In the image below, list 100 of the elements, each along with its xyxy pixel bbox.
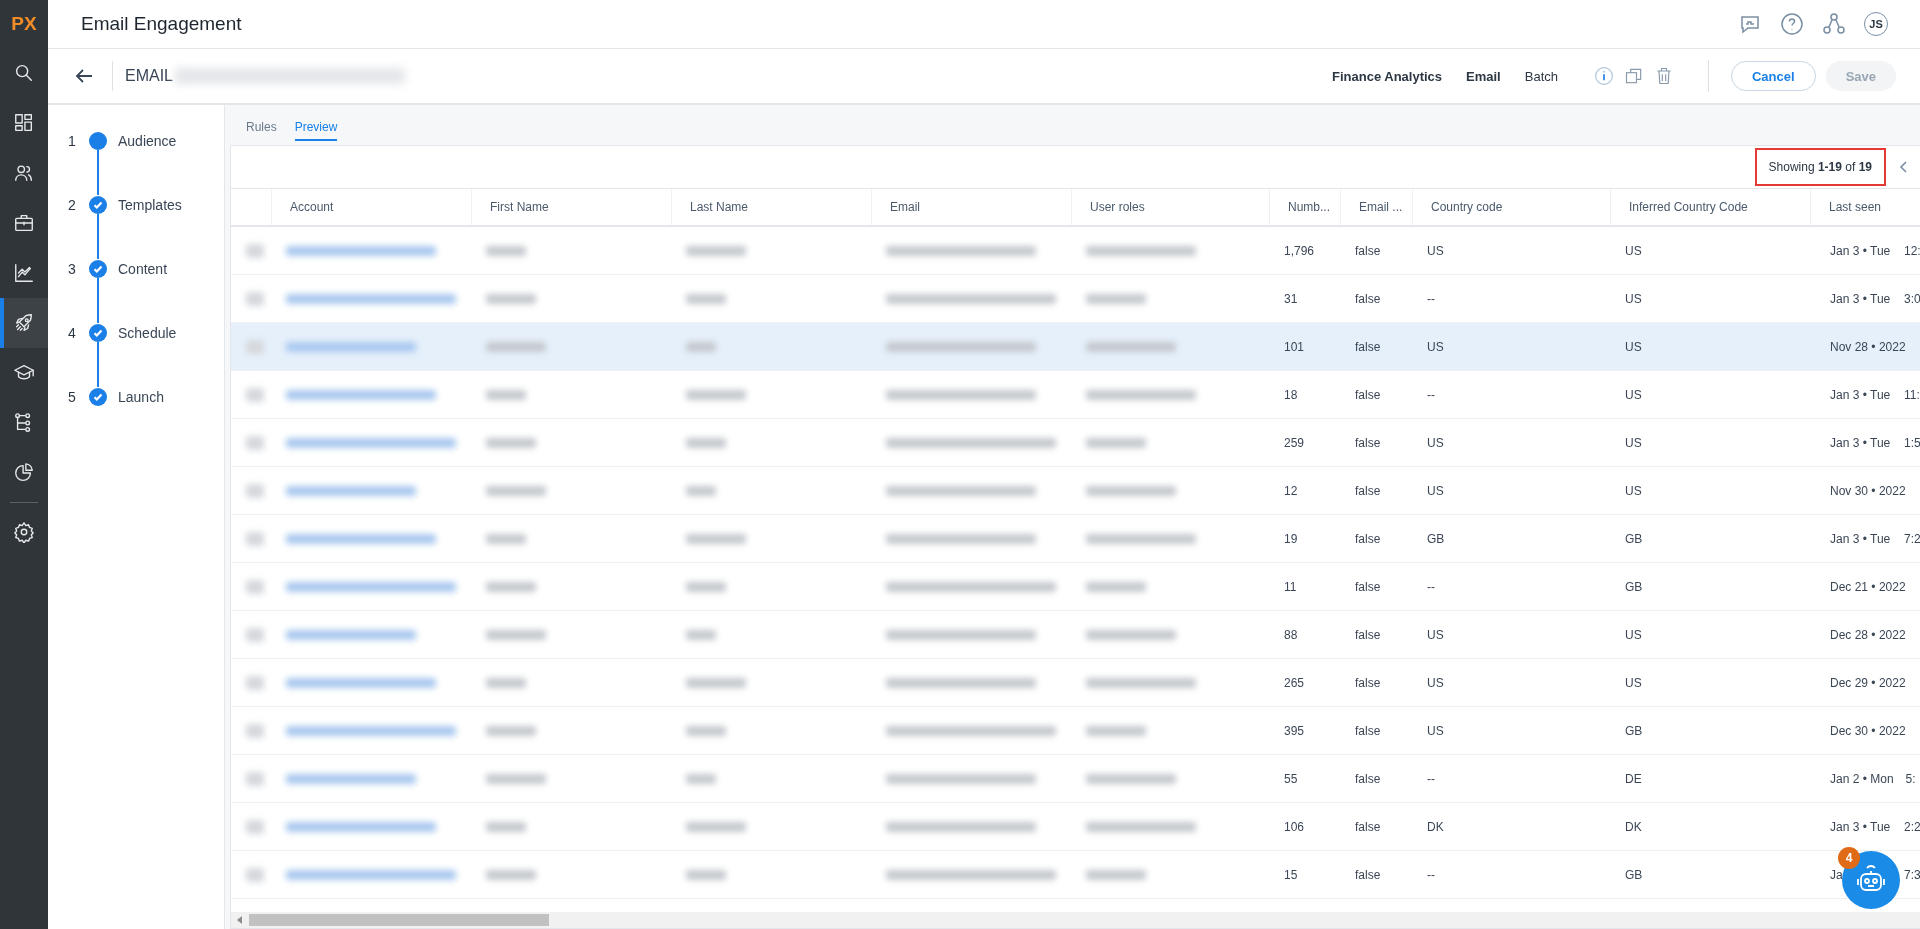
- table-cell-text: --: [1426, 770, 1436, 788]
- column-header[interactable]: Numb...: [1269, 189, 1340, 225]
- blurred-text: [486, 341, 546, 352]
- time-text: 12:: [1904, 243, 1920, 258]
- column-header[interactable]: Country code: [1412, 189, 1610, 225]
- table-cell-text: false: [1354, 722, 1382, 740]
- table-cell-text: 15: [1283, 866, 1299, 884]
- blurred-text: [686, 389, 746, 400]
- search-icon: [13, 62, 35, 84]
- rocket-icon: [13, 312, 35, 334]
- blurred-text: [1086, 437, 1146, 448]
- table-cell-text: 101: [1283, 338, 1306, 356]
- column-header[interactable]: Inferred Country Code: [1610, 189, 1810, 225]
- blurred-text: [686, 869, 726, 880]
- table-cell-text: 259: [1283, 434, 1306, 452]
- column-header[interactable]: Last seen: [1810, 189, 1920, 225]
- table-cell-text: US: [1426, 722, 1445, 740]
- table-cell-text: false: [1354, 482, 1382, 500]
- horizontal-scrollbar[interactable]: [231, 912, 1920, 928]
- pie-chart-icon: [13, 462, 35, 484]
- blurred-text: [686, 581, 726, 592]
- tab[interactable]: Rules: [246, 119, 277, 141]
- blurred-text: [1086, 581, 1146, 592]
- table-cell-text: GB: [1624, 722, 1644, 740]
- step-label[interactable]: Templates: [118, 195, 182, 215]
- time-text: 3:0: [1904, 291, 1920, 306]
- blurred-text: [686, 725, 726, 736]
- table-cell-text: 11: [1283, 578, 1298, 596]
- column-header[interactable]: User roles: [1071, 189, 1269, 225]
- tag: Email: [1466, 68, 1501, 84]
- table-cell-text: 88: [1283, 626, 1299, 644]
- date-text: Jan 3 • Tue: [1830, 531, 1892, 546]
- table-cell-text: DE: [1624, 770, 1643, 788]
- time-text: 7:3: [1904, 867, 1920, 882]
- table-cell-text: US: [1426, 674, 1445, 692]
- blurred-text: [686, 821, 746, 832]
- table-cell-text: US: [1426, 626, 1445, 644]
- trash-icon[interactable]: [1654, 66, 1674, 86]
- tab[interactable]: Preview: [294, 119, 338, 141]
- table-cell-text: false: [1354, 770, 1382, 788]
- scroll-left-icon[interactable]: [235, 915, 245, 925]
- step-number: 3: [68, 260, 77, 279]
- date-text: Jan 3 • Tue: [1830, 291, 1892, 306]
- table-cell-text: 18: [1283, 386, 1299, 404]
- step-label[interactable]: Launch: [118, 387, 164, 407]
- step-label[interactable]: Audience: [118, 131, 177, 151]
- tag: Batch: [1524, 68, 1558, 84]
- table-cell-text: US: [1624, 290, 1643, 308]
- column-header[interactable]: Email: [871, 189, 1071, 225]
- results-summary: Showing 1-19 of 19: [1754, 148, 1886, 186]
- table-cell-text: false: [1354, 866, 1382, 884]
- column-header[interactable]: Last Name: [671, 189, 871, 225]
- blurred-text: [486, 821, 526, 832]
- step-label[interactable]: Schedule: [118, 323, 177, 343]
- blurred-text: [486, 293, 536, 304]
- step-label[interactable]: Content: [118, 259, 168, 279]
- settings-icon: [13, 521, 35, 543]
- table-cell-text: 395: [1283, 722, 1306, 740]
- time-text: 5:: [1905, 771, 1916, 786]
- table-cell-text: DK: [1426, 818, 1445, 836]
- date-text: Jan 2 • Mon: [1830, 771, 1894, 786]
- table-cell-text: US: [1624, 434, 1643, 452]
- table-cell-text: US: [1426, 482, 1445, 500]
- table-cell-text: GB: [1624, 530, 1644, 548]
- table-row[interactable]: 101 false US US Nov 28 • 2022: [231, 323, 1920, 371]
- table-cell-text: 55: [1283, 770, 1299, 788]
- blurred-text: [686, 485, 716, 496]
- blurred-checkbox: [246, 531, 264, 546]
- date-text: Jan 3 • Tue: [1830, 819, 1892, 834]
- date-text: Nov 28 • 2022: [1830, 339, 1906, 354]
- table-cell-text: US: [1426, 338, 1445, 356]
- date-text: Ja: [1830, 867, 1844, 882]
- blurred-text: [486, 533, 526, 544]
- table-cell-text: US: [1624, 482, 1643, 500]
- table-cell-text: US: [1624, 386, 1643, 404]
- sidebar-item[interactable]: [0, 298, 48, 348]
- copy-icon[interactable]: [1624, 66, 1644, 86]
- nodes-icon[interactable]: [1822, 12, 1846, 36]
- cancel-button[interactable]: Cancel: [1731, 61, 1816, 91]
- help-icon[interactable]: [1780, 12, 1804, 36]
- table-cell-text: --: [1426, 578, 1436, 596]
- table-cell-text: 19: [1283, 530, 1299, 548]
- table-cell-text: false: [1354, 578, 1382, 596]
- time-text: 11:: [1904, 387, 1920, 402]
- blurred-text: [486, 581, 536, 592]
- table-cell-text: false: [1354, 338, 1382, 356]
- column-header[interactable]: First Name: [471, 189, 671, 225]
- blurred-checkbox: [246, 867, 264, 882]
- table-cell-text: false: [1354, 434, 1382, 452]
- blurred-checkbox: [246, 243, 264, 258]
- blurred-checkbox: [246, 483, 264, 498]
- blurred-checkbox: [246, 339, 264, 354]
- column-header[interactable]: Email ...: [1340, 189, 1412, 225]
- info-icon[interactable]: [1594, 66, 1614, 86]
- table-cell-text: 265: [1283, 674, 1306, 692]
- blurred-checkbox: [246, 291, 264, 306]
- column-header[interactable]: Account: [271, 189, 471, 225]
- date-text: Dec 30 • 2022: [1830, 723, 1906, 738]
- table-cell-text: US: [1624, 674, 1643, 692]
- table-cell-text: false: [1354, 242, 1382, 260]
